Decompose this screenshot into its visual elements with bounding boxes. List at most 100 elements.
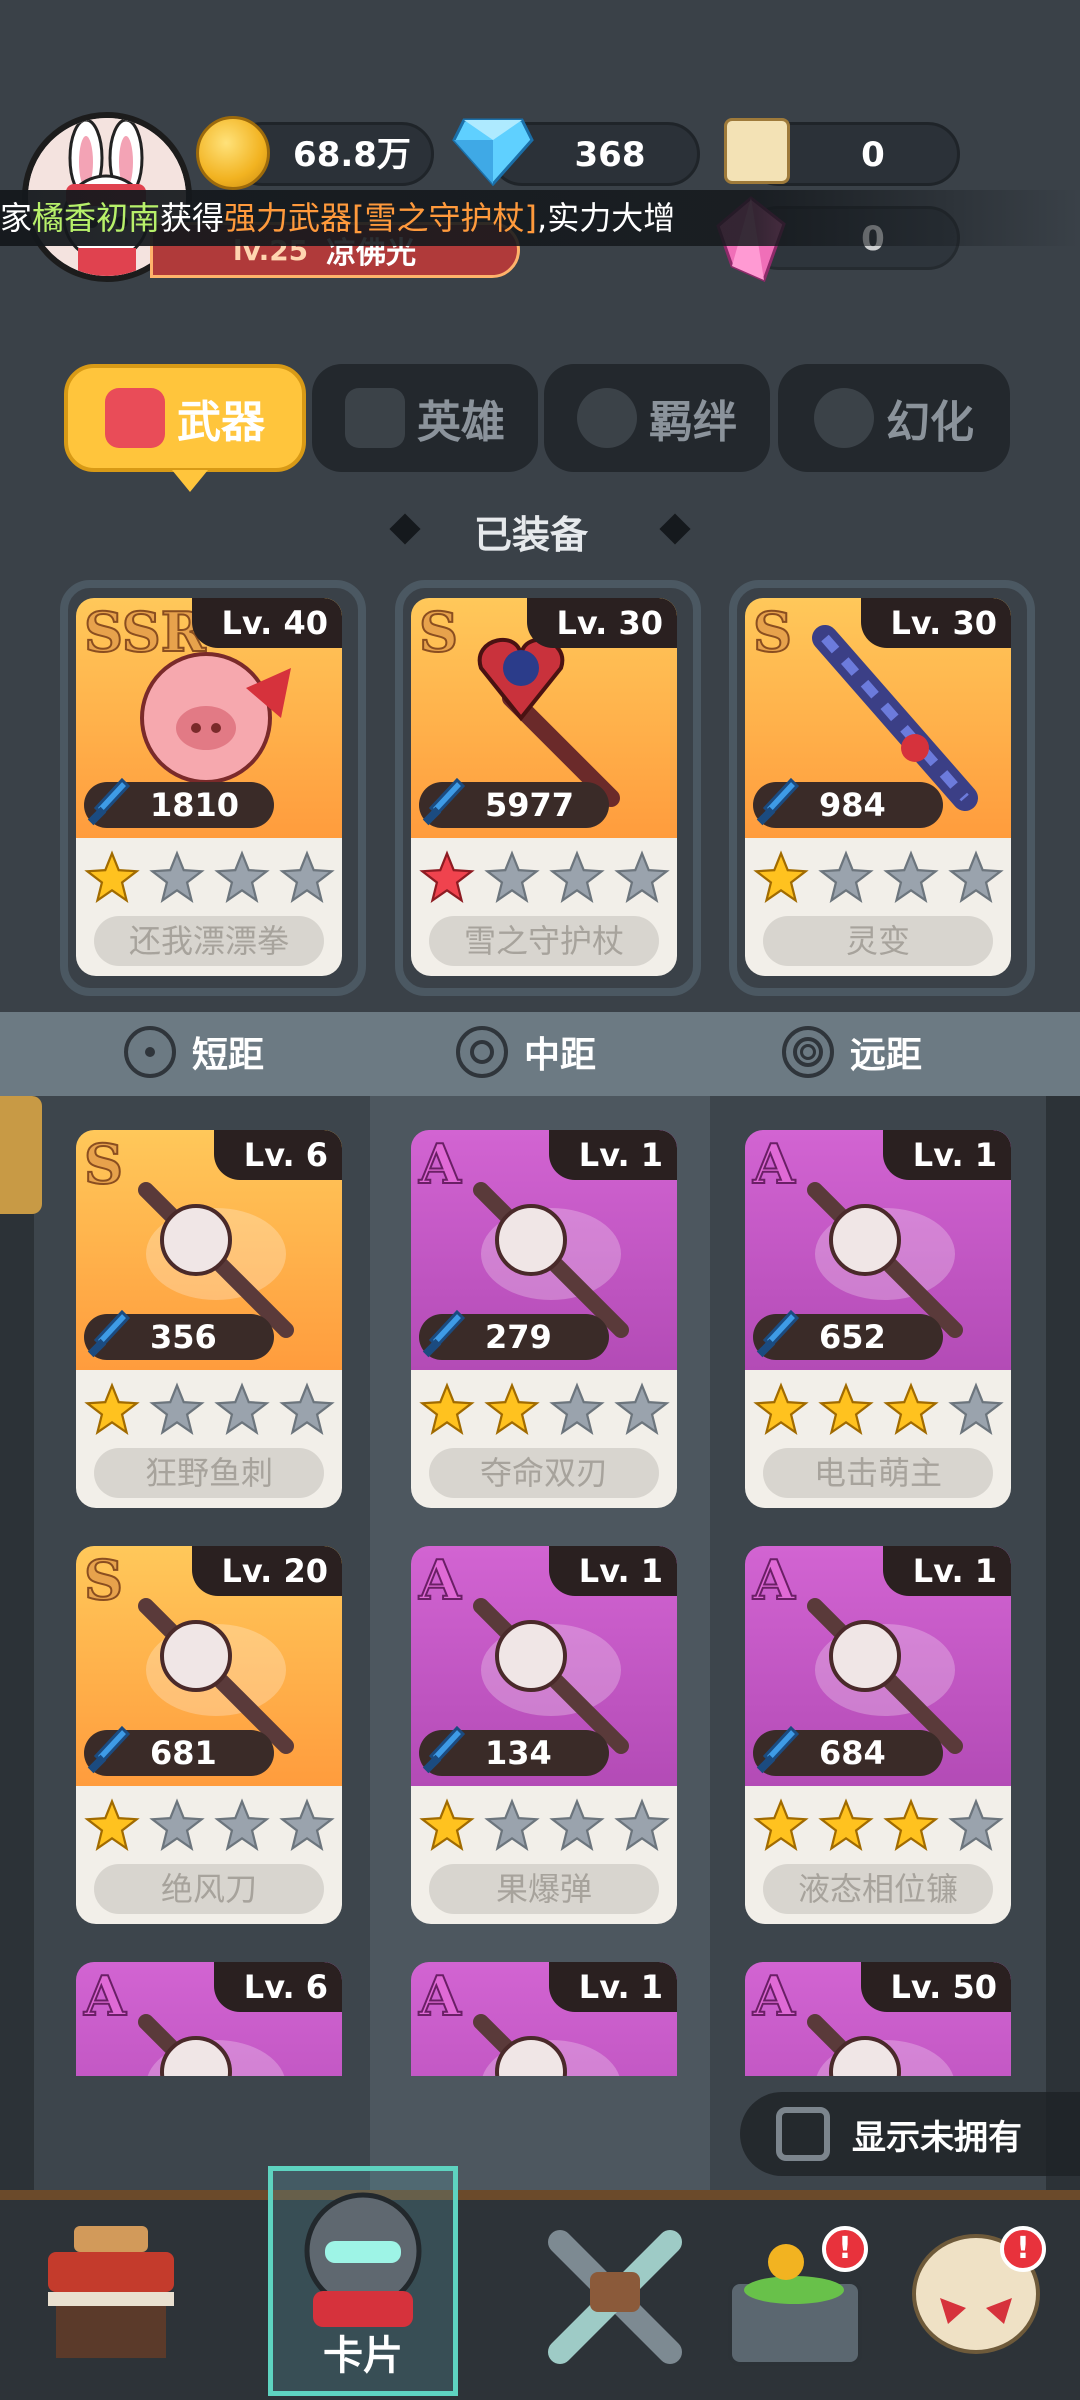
- range-mid[interactable]: 中距: [456, 1026, 596, 1078]
- card-level: Lv. 30: [526, 598, 677, 648]
- star-empty-icon: [549, 850, 605, 904]
- card-name: 液态相位镰: [763, 1864, 993, 1914]
- card-art: A Lv. 1 134: [411, 1546, 677, 1786]
- star-filled-icon: [753, 850, 809, 904]
- coin-icon: [196, 116, 270, 190]
- tab-bonds[interactable]: 羁绊: [544, 364, 770, 472]
- weapon-card[interactable]: A Lv. 1 279 夺命双刃: [411, 1130, 677, 1508]
- equipped-card-3[interactable]: S Lv. 30 984 灵变: [745, 598, 1011, 976]
- side-tab-handle[interactable]: [0, 1096, 42, 1214]
- rank-badge: A: [752, 1131, 796, 1197]
- rank-badge: SSR: [83, 599, 207, 665]
- nav-cards[interactable]: 卡片: [268, 2166, 458, 2396]
- sword-power-icon: [422, 777, 466, 826]
- weapon-card[interactable]: A Lv. 1 684 液态相位镰: [745, 1546, 1011, 1924]
- card-level: Lv. 1: [882, 1546, 1011, 1596]
- card-stars: [84, 850, 335, 906]
- weapon-card[interactable]: A Lv. 1 134 果爆弹: [411, 1546, 677, 1924]
- broadcast-item: 强力武器[雪之守护杖]: [224, 199, 538, 237]
- card-art: S Lv. 6 356: [76, 1130, 342, 1370]
- star-empty-icon: [279, 850, 335, 904]
- tab-weapons-label: 武器: [177, 397, 265, 448]
- star-filled-icon: [818, 1798, 874, 1852]
- card-stars: [753, 850, 1004, 906]
- card-art: A Lv. 1 279: [411, 1130, 677, 1370]
- star-empty-icon: [614, 850, 670, 904]
- star-empty-icon: [883, 850, 939, 904]
- equipped-card-1[interactable]: SSR Lv. 40 1810 还我漂漂拳: [76, 598, 342, 976]
- star-filled-icon: [883, 1382, 939, 1436]
- card-stars: [84, 1382, 335, 1438]
- sword-power-icon: [756, 777, 800, 826]
- skin-tab-icon: [814, 388, 874, 448]
- range-short[interactable]: 短距: [124, 1026, 264, 1078]
- card-name: 电击萌主: [763, 1448, 993, 1498]
- card-art: A Lv. 1 684: [745, 1546, 1011, 1786]
- sword-power-icon: [422, 1309, 466, 1358]
- star-empty-icon: [279, 1382, 335, 1436]
- card-name: 夺命双刃: [429, 1448, 659, 1498]
- show-unowned-label: 显示未拥有: [852, 2117, 1022, 2158]
- card-stars: [753, 1382, 1004, 1438]
- tab-skins[interactable]: 幻化: [778, 364, 1010, 472]
- star-empty-icon: [484, 850, 540, 904]
- card-art: S Lv. 30 5977: [411, 598, 677, 838]
- tab-skins-label: 幻化: [886, 397, 974, 448]
- sword-power-icon: [87, 1725, 131, 1774]
- star-empty-icon: [214, 850, 270, 904]
- rank-badge: A: [418, 1131, 462, 1197]
- nav-shop[interactable]: [26, 2212, 196, 2382]
- long-range-icon: [782, 1026, 834, 1078]
- card-art: S Lv. 30 984: [745, 598, 1011, 838]
- sword-power-icon: [422, 1725, 466, 1774]
- range-short-label: 短距: [192, 1035, 265, 1076]
- card-name: 雪之守护杖: [429, 916, 659, 966]
- rank-badge: S: [752, 599, 793, 665]
- star-filled-icon: [753, 1798, 809, 1852]
- card-art: A Lv. 6: [76, 1962, 342, 2076]
- weapon-card[interactable]: A Lv. 1: [411, 1962, 677, 2076]
- title-ornament-right: [659, 513, 691, 545]
- title-ornament-left: [389, 513, 421, 545]
- card-level: Lv. 50: [860, 1962, 1011, 2012]
- card-stars: [419, 850, 670, 906]
- card-name: 绝风刀: [94, 1864, 324, 1914]
- card-level: Lv. 40: [191, 598, 342, 648]
- nav-cards-label: 卡片: [323, 2333, 403, 2379]
- star-empty-icon: [549, 1382, 605, 1436]
- rank-badge: S: [83, 1547, 124, 1613]
- broadcast-banner: 家橘香初南获得强力武器[雪之守护杖],实力大增: [0, 190, 1080, 246]
- weapon-card[interactable]: S Lv. 6 356 狂野鱼刺: [76, 1130, 342, 1508]
- side-rail-left: [0, 1096, 34, 2190]
- weapon-card[interactable]: A Lv. 50: [745, 1962, 1011, 2076]
- treasure-alert-badge: !: [822, 2226, 868, 2272]
- broadcast-suffix: ,实力大增: [537, 199, 676, 237]
- tab-pointer: [172, 470, 208, 492]
- equipped-card-2[interactable]: S Lv. 30 5977 雪之守护杖: [411, 598, 677, 976]
- star-empty-icon: [948, 1798, 1004, 1852]
- card-level: Lv. 1: [882, 1130, 1011, 1180]
- broadcast-text: 家橘香初南获得强力武器[雪之守护杖],实力大增: [0, 190, 1080, 246]
- tab-weapons[interactable]: 武器: [64, 364, 306, 472]
- card-stars: [419, 1798, 670, 1854]
- weapon-card[interactable]: A Lv. 1 652 电击萌主: [745, 1130, 1011, 1508]
- rank-badge: A: [83, 1963, 127, 2029]
- card-art: A Lv. 50: [745, 1962, 1011, 2076]
- weapon-card[interactable]: A Lv. 6: [76, 1962, 342, 2076]
- tab-heroes[interactable]: 英雄: [312, 364, 538, 472]
- broadcast-prefix: 家: [0, 199, 33, 237]
- card-art: SSR Lv. 40 1810: [76, 598, 342, 838]
- nav-battle[interactable]: [530, 2212, 700, 2382]
- side-rail-right: [1046, 1096, 1080, 2190]
- star-empty-icon: [149, 850, 205, 904]
- star-empty-icon: [279, 1798, 335, 1852]
- star-empty-icon: [149, 1382, 205, 1436]
- weapon-card[interactable]: S Lv. 20 681 绝风刀: [76, 1546, 342, 1924]
- star-filled-icon: [419, 1382, 475, 1436]
- range-long[interactable]: 远距: [782, 1026, 922, 1078]
- show-unowned-checkbox[interactable]: [776, 2107, 830, 2161]
- star-empty-icon: [214, 1798, 270, 1852]
- show-unowned-toggle[interactable]: 显示未拥有: [740, 2092, 1080, 2176]
- sword-power-icon: [756, 1309, 800, 1358]
- star-filled-icon: [883, 1798, 939, 1852]
